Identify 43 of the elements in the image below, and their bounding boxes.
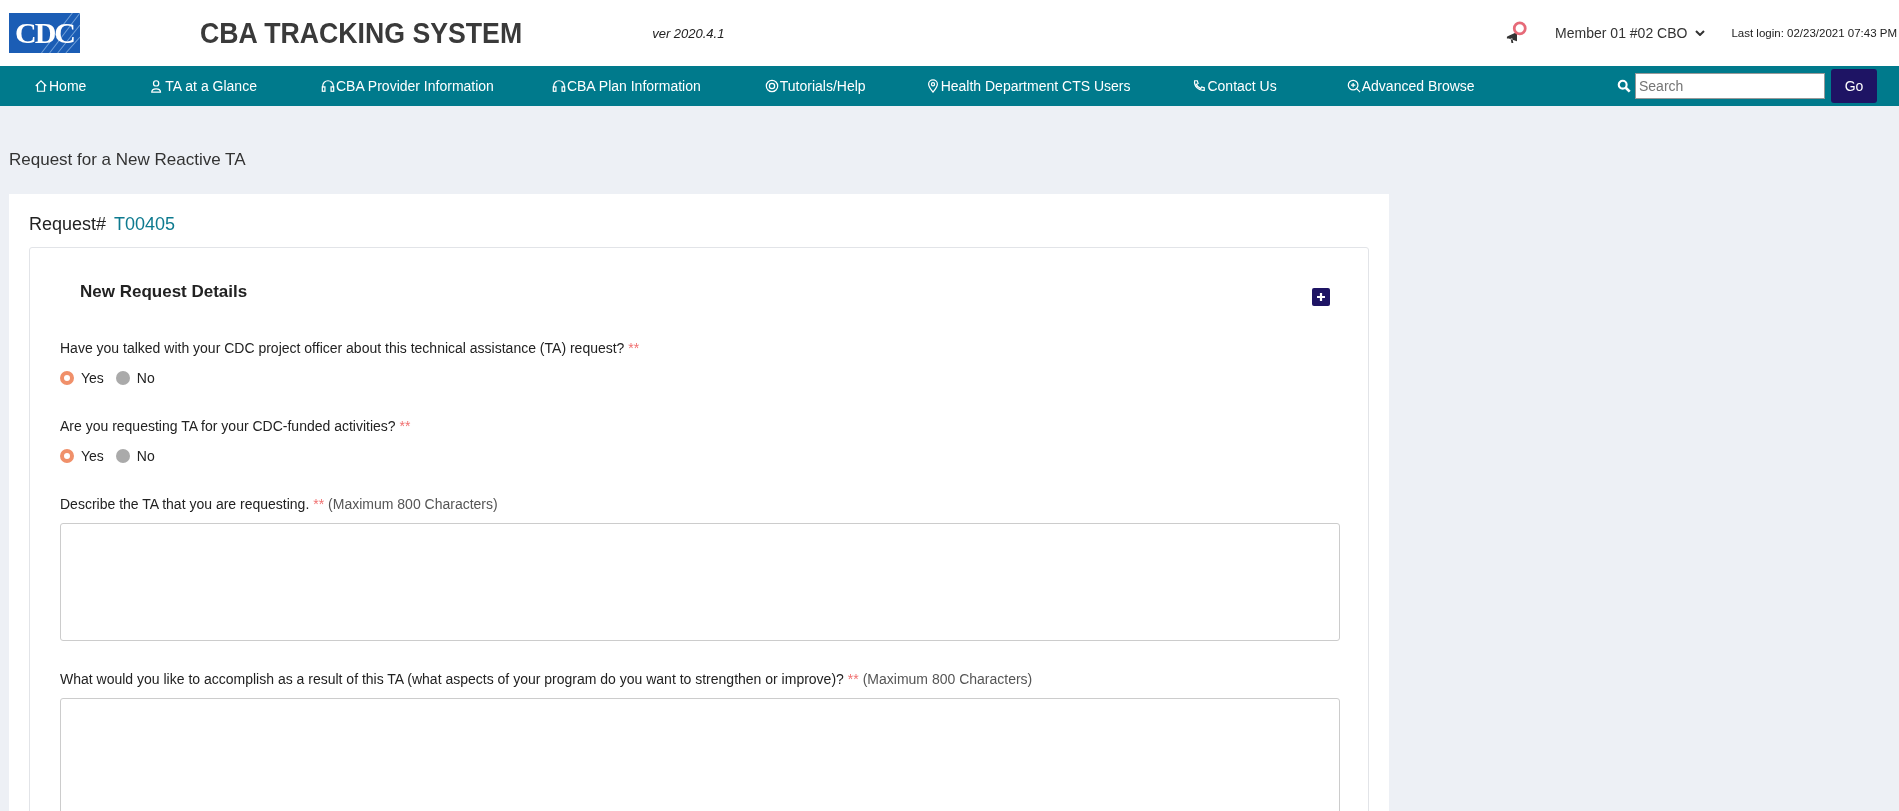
lifebuoy-icon <box>764 79 779 93</box>
nav-link[interactable]: Home <box>34 78 87 94</box>
search-field[interactable]: Search <box>1635 73 1825 99</box>
version-text: ver 2020.4.1 <box>652 25 725 41</box>
pin-icon <box>925 79 940 93</box>
radio-button[interactable] <box>60 371 74 385</box>
request-number: T00405 <box>114 214 176 235</box>
question-label: Are you requesting TA for your CDC-funded activities? ** <box>60 418 412 434</box>
radio-button[interactable] <box>60 449 74 463</box>
nav-link[interactable]: TA at a Glance <box>150 78 257 94</box>
nav-link[interactable]: Tutorials/Help <box>764 78 866 94</box>
headset-icon <box>320 79 335 93</box>
radio-button[interactable] <box>115 449 130 463</box>
zoom-icon <box>1346 79 1361 93</box>
request-label: Request# <box>29 214 107 235</box>
go-button[interactable]: Go <box>1831 69 1877 103</box>
search-icon <box>1617 79 1631 93</box>
radio-option[interactable]: No <box>115 370 155 386</box>
app-title: CBA TRACKING SYSTEM <box>200 16 523 50</box>
question-label: Describe the TA that you are requesting. ** (Maximum 800 Characters) <box>60 496 499 512</box>
headset-icon <box>551 79 566 93</box>
nav-link[interactable]: CBA Plan Information <box>551 78 701 94</box>
home-icon <box>34 79 48 93</box>
last-login-text: Last login: 02/23/2021 07:43 PM <box>1731 27 1898 39</box>
user-menu[interactable]: Member 01 #02 CBO <box>1555 25 1706 41</box>
radio-option[interactable]: Yes <box>60 448 104 464</box>
megaphone-icon[interactable] <box>1506 21 1529 45</box>
section-title: New Request Details <box>80 282 248 302</box>
radio-button[interactable] <box>115 371 130 385</box>
plus-icon <box>1316 292 1326 302</box>
nav-link[interactable]: Health Department CTS Users <box>925 78 1131 94</box>
radio-option[interactable]: Yes <box>60 370 104 386</box>
nav-link[interactable]: Advanced Browse <box>1346 78 1475 94</box>
caret-icon <box>1695 30 1706 36</box>
page-title: Request for a New Reactive TA <box>9 149 247 171</box>
question-label: Have you talked with your CDC project officer about this technical assistance (TA) request? ** <box>60 340 641 356</box>
phone-icon <box>1192 79 1207 93</box>
nav-link[interactable]: CBA Provider Information <box>320 78 494 94</box>
nav-link[interactable]: Contact Us <box>1192 78 1277 94</box>
expand-button[interactable] <box>1312 288 1330 306</box>
radio-option[interactable]: No <box>115 448 155 464</box>
question-label: What would you like to accomplish as a result of this TA (what aspects of your program do you want to strengthen or improve)? ** (Maximum 800 Characters) <box>60 671 1034 687</box>
cdc-logo: CDC <box>9 13 80 53</box>
